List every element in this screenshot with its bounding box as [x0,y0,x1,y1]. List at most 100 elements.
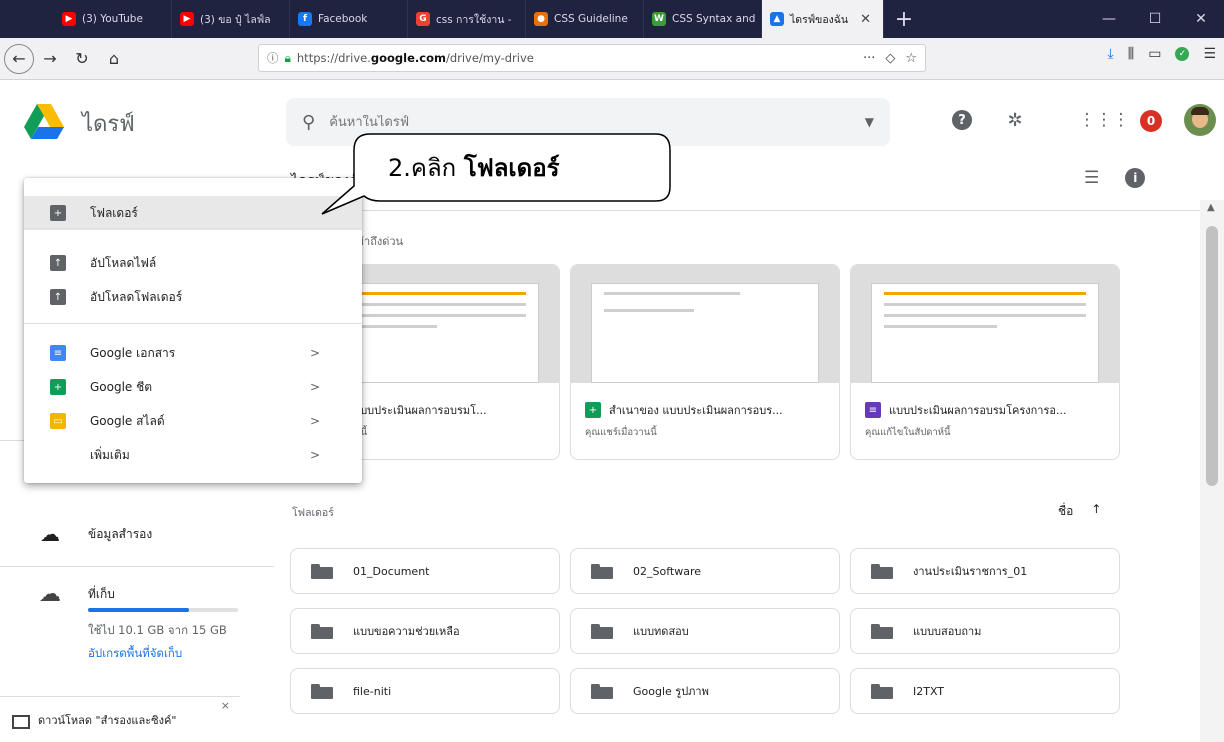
file-name: สำเนาของ แบบประเมินผลการอบร... [609,404,783,417]
search-options-icon[interactable]: ▼ [865,115,874,129]
folder-name: 02_Software [633,564,701,578]
avatar[interactable] [1184,104,1216,136]
list-view-icon[interactable]: ☰ [1084,168,1099,188]
new-menu-item[interactable]: ≡ Google เอกสาร > [24,336,362,370]
folder-item[interactable]: file-niti [290,668,560,714]
folder-item[interactable]: I2TXT [850,668,1120,714]
new-menu-item[interactable]: เพิ่มเติม > [24,438,362,472]
tab-label: CSS Syntax and [672,13,756,25]
tab-label: ไดรฟ์ของฉัน [790,13,849,26]
browser-tab[interactable]: W CSS Syntax and [644,0,762,38]
sort-arrow-up-icon[interactable]: ↑ [1091,502,1101,521]
page-actions-icon[interactable]: ··· [863,51,875,66]
extension-check-icon[interactable]: ✓ [1175,47,1190,61]
drive-logo-icon[interactable] [24,104,64,140]
folder-name: I2TXT [913,684,945,698]
folder-icon [591,563,613,579]
more-icon [50,447,66,463]
folder-name: file-niti [353,684,392,698]
close-window-icon[interactable]: ✕ [1178,0,1224,38]
browser-tab[interactable]: ▶ (3) ขอ ปุ๋ ไลฟ์ล [172,0,290,38]
browser-tab[interactable]: ● CSS Guideline [526,0,644,38]
tab-favicon-icon: ▲ [770,12,784,26]
main-content: ไดรฟ์ของฉัน ☰ i การเข้าถึงด่วน y of แบบป… [274,164,1200,742]
file-thumbnail [571,265,839,383]
gear-icon[interactable]: ✲ [1003,108,1027,132]
folder-item[interactable]: Google รูปภาพ [570,668,840,714]
search-input[interactable] [329,114,750,130]
maximize-icon[interactable]: ☐ [1132,0,1178,38]
quick-access-card[interactable]: + สำเนาของ แบบประเมินผลการอบร... คุณแชร์เม… [570,264,840,460]
folder-item[interactable]: แบบทดสอบ [570,608,840,654]
scroll-up-icon[interactable]: ▲ [1207,202,1215,213]
info-icon[interactable]: ⓘ [267,50,279,66]
info-details-icon[interactable]: i [1125,168,1146,188]
new-menu-item[interactable]: + โฟลเดอร์ [24,196,362,230]
tab-favicon-icon: f [298,12,312,26]
reload-button[interactable]: ↻ [66,43,98,75]
lock-icon: 🔒︎ [284,50,291,65]
quick-access-card[interactable]: ≡ แบบประเมินผลการอบรมโครงการอ... คุณแก้ไขใ… [850,264,1120,460]
new-menu-item-label: Google เอกสาร [90,345,176,360]
storage-info: ใช้ไป 10.1 GB จาก 15 GB อัปเกรดพื้นที่จั… [88,608,258,663]
cloud-outline-icon: ☁︎ [39,581,61,607]
browser-tab[interactable]: f Facebook [290,0,408,38]
new-menu-item[interactable]: ↑ อัปโหลดโฟลเดอร์ [24,280,362,314]
notification-badge[interactable]: 0 [1140,110,1162,132]
folder-icon [311,683,333,699]
folder-item[interactable]: 02_Software [570,548,840,594]
folder-name: แบบขอความช่วยเหลือ [353,625,460,638]
tab-label: Facebook [318,13,368,25]
folder-item[interactable]: งานประเมินราชการ_01 [850,548,1120,594]
submenu-arrow-icon: > [310,414,321,428]
minimize-icon[interactable]: — [1086,0,1132,38]
sidebar-icon[interactable]: ▭ [1148,46,1161,62]
close-banner-icon[interactable]: × [221,699,230,712]
backup-sync-download-bar[interactable]: ดาวน์โหลด "สำรองและซิงค์" × [0,696,240,742]
menu-divider [24,323,362,324]
download-icon[interactable]: ⤓ [1108,46,1114,62]
apps-grid-icon[interactable]: ⋮⋮⋮ [1079,108,1130,132]
sort-label[interactable]: ชื่อ [1058,502,1073,521]
docs-icon: ≡ [50,345,66,361]
menu-icon[interactable]: ☰ [1203,46,1216,62]
slides-icon: ▭ [50,413,66,429]
browser-tab[interactable]: ▶ (3) YouTube [54,0,172,38]
back-button[interactable]: ← [4,43,34,74]
folder-item[interactable]: 01_Document [290,548,560,594]
sheets-icon: + [50,379,66,395]
sidebar-item-storage[interactable]: ☁︎ ที่เก็บ [0,576,260,612]
scrollbar-thumb[interactable] [1206,226,1218,486]
folder-item[interactable]: แบบขอความช่วยเหลือ [290,608,560,654]
pocket-icon[interactable]: ◇ [885,51,895,66]
new-menu-item[interactable]: ↑ อัปโหลดไฟล์ [24,246,362,280]
close-tab-icon[interactable]: ✕ [860,12,871,27]
upgrade-storage-link[interactable]: อัปเกรดพื้นที่จัดเก็บ [88,645,258,663]
sidebar-divider [0,566,274,567]
new-menu-item-label: Google ชีต [90,379,153,394]
search-box[interactable]: ⚲ ▼ [286,98,890,146]
new-menu-item[interactable]: ▭ Google สไลด์ > [24,404,362,438]
new-menu-item[interactable]: + Google ชีต > [24,370,362,404]
url-bar[interactable]: ⓘ 🔒︎ https://drive.google.com/drive/my-d… [258,44,926,72]
folder-icon [871,563,893,579]
tab-label: (3) ขอ ปุ๋ ไลฟ์ล [200,13,271,26]
folder-item[interactable]: แบบบสอบถาม [850,608,1120,654]
home-button[interactable]: ⌂ [98,43,130,75]
header-divider [274,210,1200,211]
bookmark-star-icon[interactable]: ☆ [905,51,917,66]
sidebar-item-backups[interactable]: ☁ ข้อมูลสำรอง [0,516,260,552]
file-thumbnail [851,265,1119,383]
submenu-arrow-icon: > [310,448,321,462]
help-icon[interactable]: ? [950,108,974,132]
library-icon[interactable]: ⫼ [1128,46,1134,62]
sort-control[interactable]: ชื่อ ↑ [1058,502,1101,521]
browser-tab[interactable]: ▲ ไดรฟ์ของฉัน ✕ [762,0,884,38]
forward-button[interactable]: → [34,43,66,75]
new-tab-button[interactable]: + [884,0,924,38]
search-icon[interactable]: ⚲ [302,112,315,133]
scrollbar[interactable]: ▲ [1200,200,1224,742]
download-banner-text: ดาวน์โหลด "สำรองและซิงค์" [38,713,177,727]
drive-header: ไดรฟ์ ⚲ ▼ ? ✲ ⋮⋮⋮ 0 [0,80,1224,164]
browser-tab[interactable]: Gcss การใช้งาน - [408,0,526,38]
